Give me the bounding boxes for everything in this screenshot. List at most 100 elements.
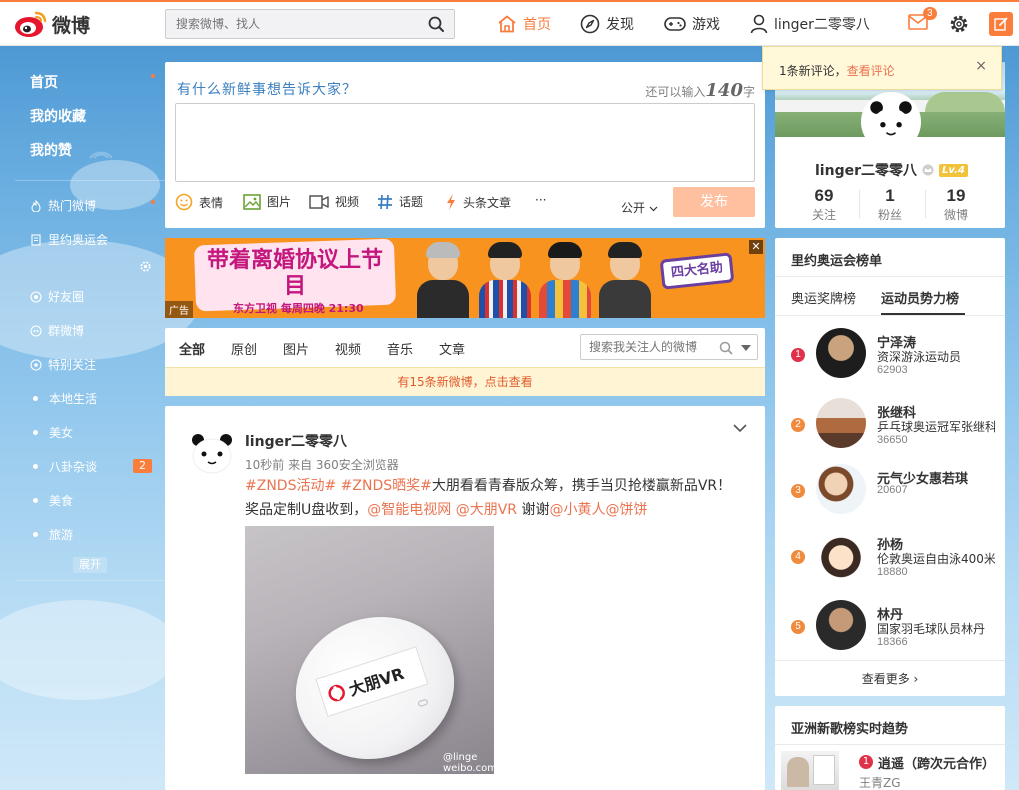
bullet-icon xyxy=(33,430,38,435)
expand-button[interactable]: 展开 xyxy=(73,557,107,573)
panda-avatar[interactable] xyxy=(187,428,237,478)
global-search[interactable] xyxy=(165,9,455,39)
left-nav-beauty[interactable]: 美女 xyxy=(30,424,73,441)
post-meta: 10秒前 来自 360安全浏览器 xyxy=(245,458,399,472)
tab-images[interactable]: 图片 xyxy=(283,339,309,358)
left-nav-olympics[interactable]: 里约奥运会 xyxy=(30,231,108,248)
view-more-link[interactable]: 查看更多 › xyxy=(775,670,1005,687)
video-button[interactable]: 视频 xyxy=(309,193,359,210)
nav-home[interactable]: 首页 xyxy=(497,12,551,36)
tab-videos[interactable]: 视频 xyxy=(335,339,361,358)
gamepad-icon xyxy=(664,17,686,31)
tab-music[interactable]: 音乐 xyxy=(387,339,413,358)
tab-athlete-rank[interactable]: 运动员势力榜 xyxy=(881,288,959,307)
image-button[interactable]: 图片 xyxy=(243,193,291,210)
song-artist[interactable]: 王青ZG xyxy=(859,774,901,790)
rank-divider xyxy=(775,315,1005,316)
publish-button[interactable]: 发布 xyxy=(673,187,755,217)
flame-icon xyxy=(31,199,41,212)
left-nav-gossip[interactable]: 八卦杂谈 xyxy=(30,458,97,475)
rank-item[interactable]: 4 孙杨 伦敦奥运自由泳400米冠军 18880 xyxy=(775,530,1005,596)
nav-user[interactable]: linger二零零八 xyxy=(750,12,870,36)
mention-link[interactable]: @智能电视网 xyxy=(367,502,451,518)
level-badge[interactable]: Lv.4 xyxy=(939,163,968,177)
athlete-score: 36650 xyxy=(877,434,908,446)
left-nav-friends-label: 好友圈 xyxy=(48,290,85,304)
athlete-avatar xyxy=(816,530,866,580)
left-nav-groups[interactable]: 群微博 xyxy=(30,322,84,339)
view-comments-link[interactable]: 查看评论 xyxy=(847,64,895,78)
nav-discover[interactable]: 发现 xyxy=(580,12,634,36)
left-nav-favorites[interactable]: 我的收藏 xyxy=(30,106,86,126)
rank-item[interactable]: 3 元气少女惠若琪 20607 xyxy=(775,464,1005,530)
image-label: 图片 xyxy=(267,195,292,209)
more-tools-button[interactable]: ··· xyxy=(535,193,546,207)
rank-item[interactable]: 1 宁泽涛 资深游泳运动员 62903 xyxy=(775,328,1005,394)
ad-person-image xyxy=(477,242,533,318)
hashtag-link[interactable]: #ZNDS晒奖# xyxy=(341,478,432,494)
trend-title: 亚洲新歌榜实时趋势 xyxy=(791,722,909,737)
athlete-avatar xyxy=(816,328,866,378)
left-nav-home[interactable]: 首页 xyxy=(30,72,58,92)
mention-link[interactable]: @大朋VR xyxy=(456,502,517,518)
left-nav-local[interactable]: 本地生活 xyxy=(30,390,97,407)
composer-prompt: 有什么新鲜事想告诉大家？ xyxy=(177,82,357,98)
left-nav-hot[interactable]: 热门微博 xyxy=(30,197,96,214)
post-image[interactable]: 大朋VR @linge weibo.com/u/58 xyxy=(245,526,494,774)
caret-down-icon[interactable] xyxy=(741,345,751,351)
topic-button[interactable]: 话题 xyxy=(377,193,423,210)
followed-search-input[interactable] xyxy=(581,335,711,359)
member-crown-icon[interactable] xyxy=(921,164,935,176)
ad-close-button[interactable]: ✕ xyxy=(749,240,763,254)
weibo-logo[interactable]: 微博 xyxy=(14,8,90,40)
post-author[interactable]: linger二零零八 xyxy=(245,431,347,451)
left-nav-divider xyxy=(15,580,165,581)
left-nav-travel[interactable]: 旅游 xyxy=(30,526,73,543)
tab-all[interactable]: 全部 xyxy=(179,339,205,358)
composer-textarea[interactable] xyxy=(175,103,755,182)
left-nav-special-follow[interactable]: 特别关注 xyxy=(30,356,96,373)
followed-search[interactable] xyxy=(580,334,758,360)
article-button[interactable]: 头条文章 xyxy=(445,193,511,211)
settings-gear-icon[interactable] xyxy=(139,260,152,273)
wifi-decoration-icon xyxy=(89,151,113,159)
feed-tabs: 全部 原创 图片 视频 音乐 文章 有15条新微博，点击查看 xyxy=(165,328,765,396)
athlete-desc: 乒乓球奥运冠军张继科 xyxy=(877,420,995,434)
emoji-button[interactable]: 表情 xyxy=(175,193,223,211)
rank-item[interactable]: 2 张继科 乒乓球奥运冠军张继科 36650 xyxy=(775,398,1005,464)
search-icon[interactable] xyxy=(428,16,444,32)
profile-name[interactable]: linger二零零八 Lv.4 xyxy=(815,160,968,180)
notification-close-button[interactable]: × xyxy=(975,58,987,74)
mention-link[interactable]: @饼饼 xyxy=(605,502,647,518)
profile-avatar[interactable] xyxy=(861,92,921,152)
trend-divider xyxy=(775,744,1005,745)
gear-icon[interactable] xyxy=(948,13,970,35)
song-title[interactable]: 逍遥（跨次元合作） xyxy=(878,753,1000,772)
chevron-down-icon[interactable] xyxy=(733,424,747,433)
ad-banner[interactable]: 带着离婚协议上节目 东方卫视 每周四晚 21:30 四大名助 广告 ✕ xyxy=(165,238,765,318)
document-icon xyxy=(31,233,41,246)
ad-tag: 广告 xyxy=(165,301,193,318)
tab-medal-rank[interactable]: 奥运奖牌榜 xyxy=(791,288,856,307)
nav-games[interactable]: 游戏 xyxy=(664,12,720,36)
left-nav-friends[interactable]: 好友圈 xyxy=(30,288,84,305)
stat-followers[interactable]: 1 粉丝 xyxy=(860,186,920,223)
search-icon[interactable] xyxy=(719,341,733,355)
song-cover-image[interactable] xyxy=(781,751,839,790)
search-input[interactable] xyxy=(166,10,406,38)
hashtag-link[interactable]: #ZNDS活动# xyxy=(245,478,336,494)
left-nav-likes[interactable]: 我的赞 xyxy=(30,140,72,160)
weibo-eye-icon xyxy=(15,11,47,37)
mention-link[interactable]: @小黄人 xyxy=(549,502,605,518)
new-posts-notice[interactable]: 有15条新微博，点击查看 xyxy=(165,367,765,396)
athlete-score: 62903 xyxy=(877,364,908,376)
tab-original[interactable]: 原创 xyxy=(231,339,257,358)
visibility-select[interactable]: 公开 xyxy=(621,199,658,216)
stat-posts[interactable]: 19 微博 xyxy=(926,186,986,223)
left-nav-food[interactable]: 美食 xyxy=(30,492,73,509)
write-post-button[interactable] xyxy=(989,12,1013,36)
emoji-label: 表情 xyxy=(199,195,224,210)
rank-item[interactable]: 5 林丹 国家羽毛球队员林丹 18366 xyxy=(775,600,1005,666)
tab-articles[interactable]: 文章 xyxy=(439,339,465,358)
stat-following[interactable]: 69 关注 xyxy=(794,186,854,223)
